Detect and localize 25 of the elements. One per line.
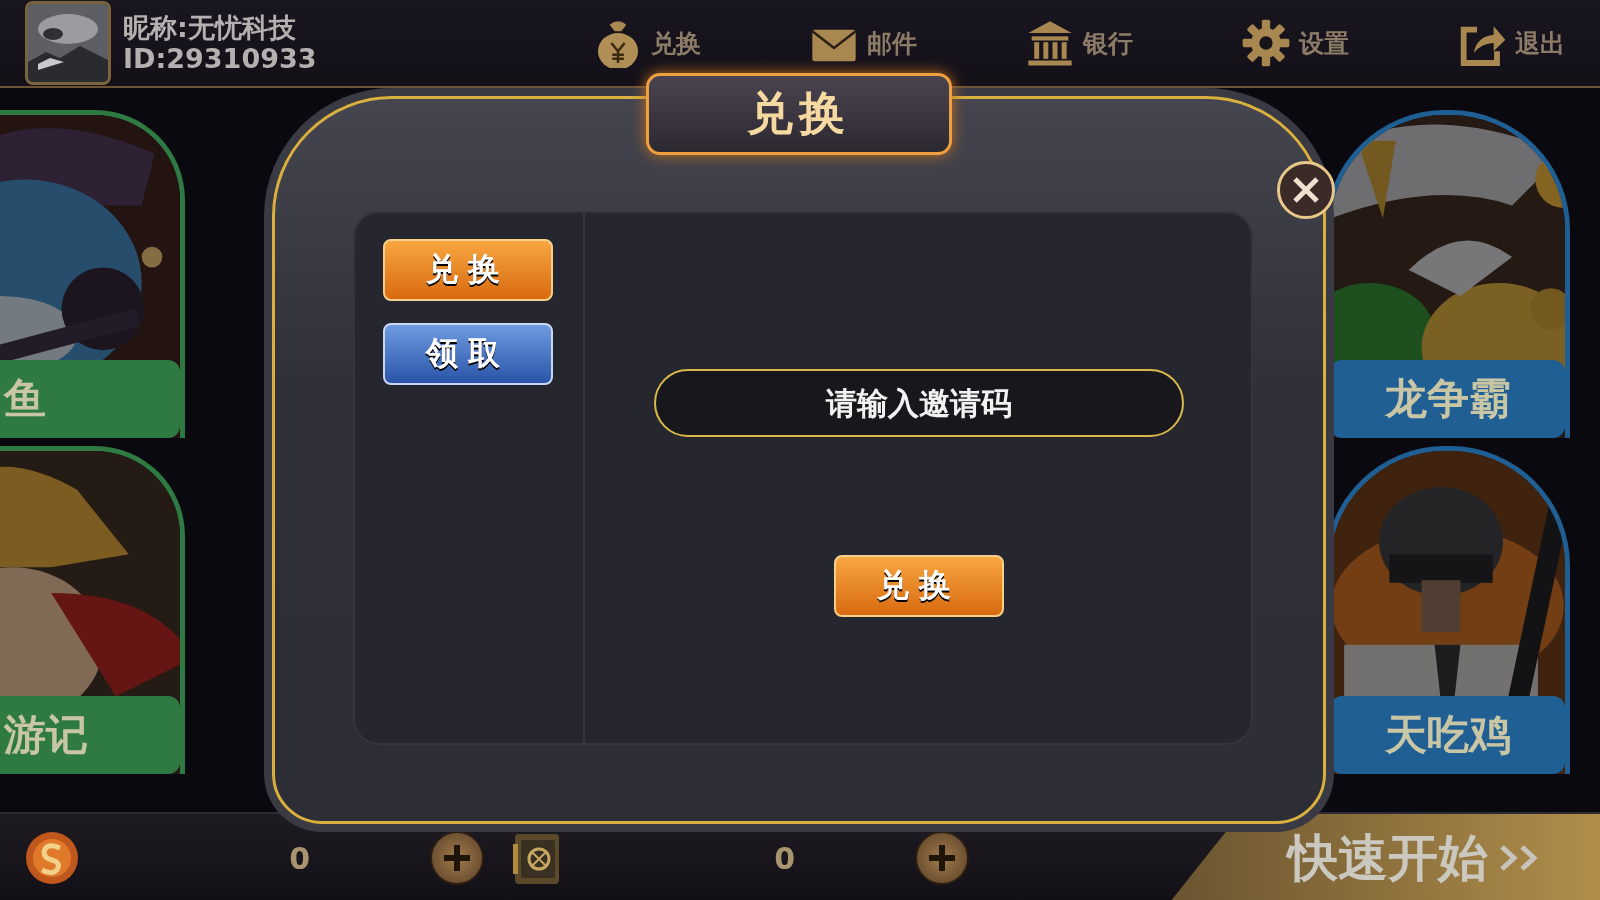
tab[interactable]: 兑换 — [383, 239, 553, 301]
dialog-title: 兑换 — [646, 73, 952, 155]
coin-icon — [24, 830, 80, 886]
balance-amount: 0 — [773, 840, 795, 876]
tab[interactable]: 领取 — [383, 323, 553, 385]
nav-button[interactable]: 银行 — [1025, 18, 1133, 68]
nickname-label: 昵称:无忧科技 — [123, 12, 297, 43]
add-button[interactable] — [430, 831, 484, 885]
close-button[interactable] — [1277, 161, 1335, 219]
plus-icon — [442, 843, 472, 873]
game-label[interactable]: 鱼 — [0, 360, 180, 438]
balance-amount: 0 — [288, 840, 310, 876]
user-id-label: ID:29310933 — [123, 43, 317, 74]
close-icon — [1292, 176, 1320, 204]
settings-icon — [1241, 18, 1291, 68]
invite-code-field[interactable]: 请输入邀请码 — [654, 369, 1184, 437]
quick-start-button[interactable]: 快速开始 — [1170, 814, 1600, 900]
game-label[interactable]: 游记 — [0, 696, 180, 774]
exchange-button[interactable]: 兑换 — [834, 555, 1004, 617]
nav-button[interactable]: 邮件 — [809, 18, 917, 68]
nav-button[interactable]: 设置 — [1241, 18, 1349, 68]
nav-button[interactable]: 兑换 — [593, 18, 701, 68]
plus-icon — [927, 843, 957, 873]
nav-button[interactable]: 退出 — [1457, 18, 1565, 68]
add-button[interactable] — [915, 831, 969, 885]
